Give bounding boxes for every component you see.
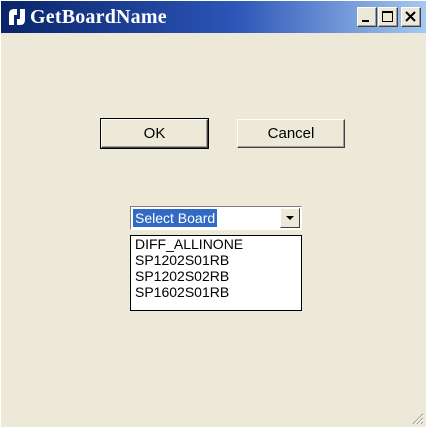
- list-item[interactable]: SP1202S02RB: [131, 268, 301, 284]
- maximize-icon: [382, 11, 393, 22]
- list-item[interactable]: SP1602S01RB: [131, 284, 301, 300]
- maximize-button[interactable]: [378, 7, 398, 27]
- resize-grip-icon[interactable]: [410, 411, 424, 425]
- ok-button-label: OK: [143, 125, 166, 142]
- dialog-window: GetBoardName OK Cancel Select Board DIFF…: [0, 0, 426, 427]
- list-item[interactable]: SP1202S01RB: [131, 252, 301, 268]
- window-title: GetBoardName: [30, 6, 167, 28]
- title-bar[interactable]: GetBoardName: [1, 1, 426, 33]
- ok-button[interactable]: OK: [100, 118, 209, 149]
- board-select-value: Select Board: [133, 209, 218, 227]
- board-select-dropdown-button[interactable]: [280, 208, 300, 228]
- ni-logo-icon: [9, 9, 25, 25]
- cancel-button[interactable]: Cancel: [237, 119, 345, 148]
- chevron-down-icon: [286, 216, 294, 220]
- minimize-button[interactable]: [357, 7, 377, 27]
- list-item[interactable]: DIFF_ALLINONE: [131, 236, 301, 252]
- cancel-button-label: Cancel: [267, 125, 315, 142]
- close-button[interactable]: [401, 7, 421, 27]
- board-dropdown-list: DIFF_ALLINONE SP1202S01RB SP1202S02RB SP…: [130, 235, 302, 311]
- minimize-icon: [362, 20, 369, 22]
- close-icon: [405, 11, 416, 22]
- board-select[interactable]: Select Board: [130, 206, 302, 230]
